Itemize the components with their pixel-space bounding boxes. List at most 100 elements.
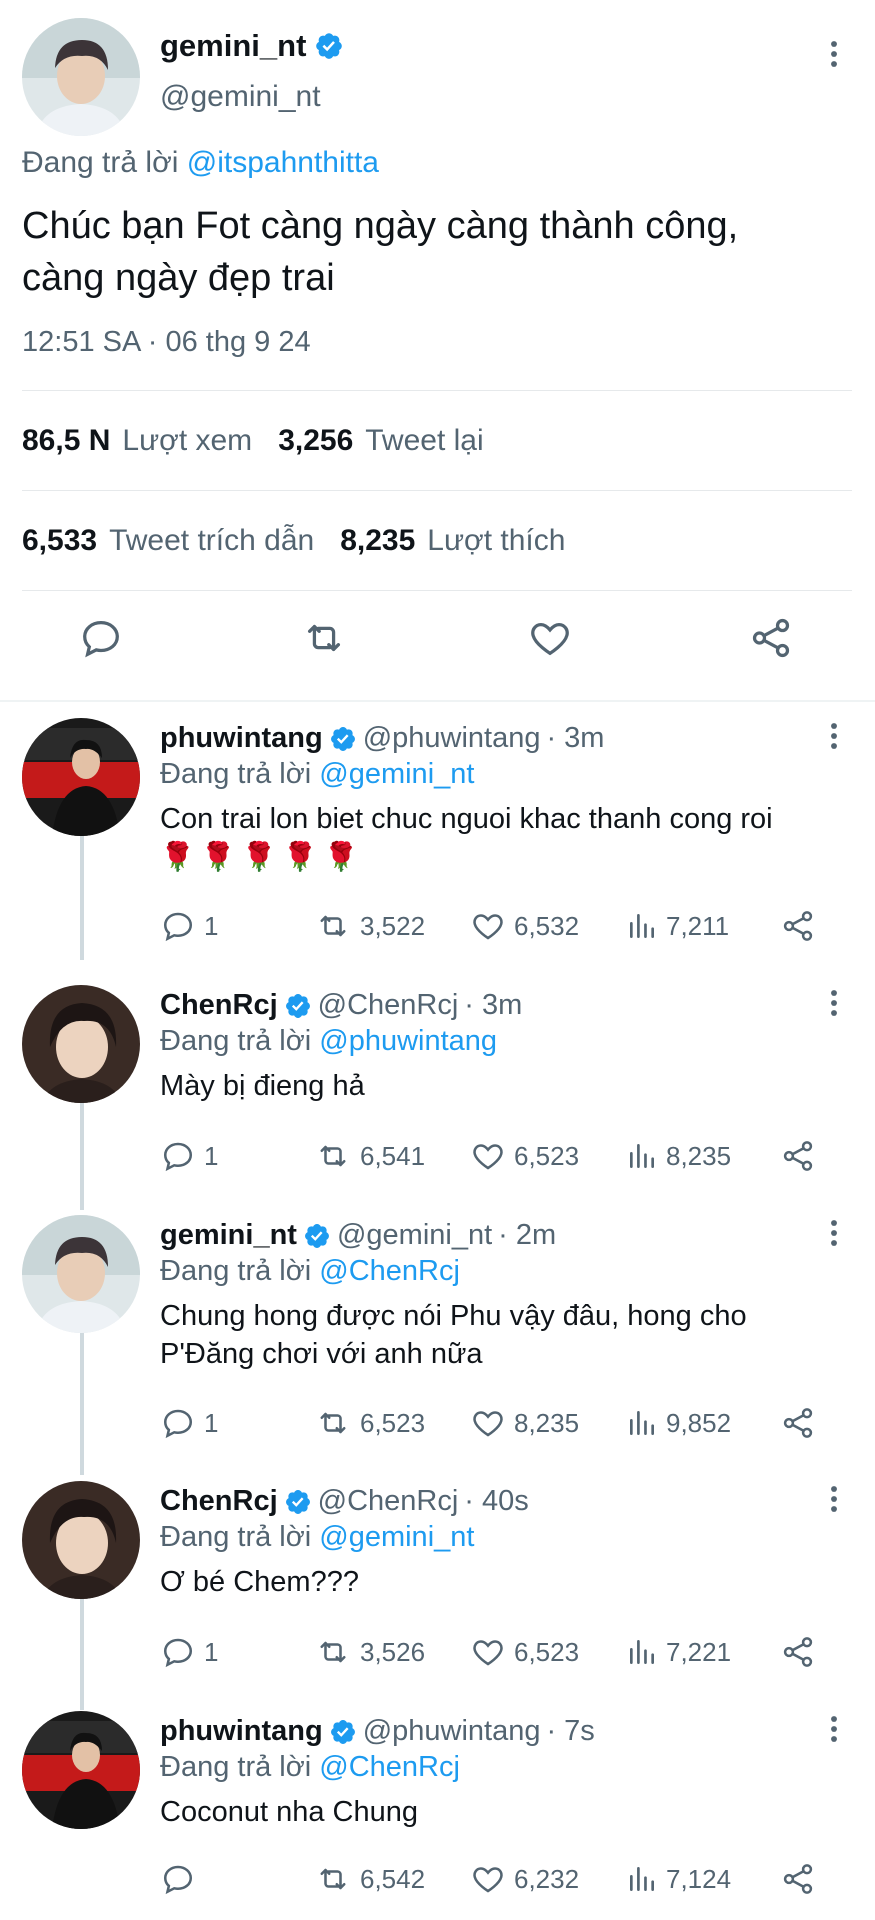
tweet-text-line: Chúc bạn Fot càng ngày càng thành công, xyxy=(22,205,739,247)
share-button[interactable] xyxy=(780,1405,816,1441)
reply-count: 1 xyxy=(204,1636,219,1667)
avatar[interactable] xyxy=(22,1215,140,1333)
replying-to: Đang trả lời @ChenRcj xyxy=(160,1255,460,1288)
avatar-photo xyxy=(22,1481,140,1599)
reply-button[interactable]: 1 xyxy=(160,908,218,944)
tweet-timestamp[interactable]: 12:51 SA · 06 thg 9 24 xyxy=(22,326,311,359)
avatar[interactable] xyxy=(22,1711,140,1829)
retweet-button[interactable]: 6,542 xyxy=(314,1861,425,1897)
author-handle[interactable]: @phuwintang xyxy=(363,722,541,755)
author-handle[interactable]: @gemini_nt xyxy=(337,1219,492,1252)
retweet-button[interactable]: 3,522 xyxy=(314,908,425,944)
replying-to-link[interactable]: @ChenRcj xyxy=(319,1751,460,1783)
verified-icon xyxy=(329,1718,357,1746)
author-name-row[interactable]: gemini_nt xyxy=(160,28,344,64)
reply-tweet[interactable]: gemini_nt @gemini_nt · 2m Đang trả lời @… xyxy=(0,1215,875,1475)
views-button[interactable]: 9,852 xyxy=(626,1405,731,1441)
like-icon xyxy=(470,908,506,944)
like-button[interactable]: 6,523 xyxy=(470,1138,579,1174)
more-options-icon[interactable] xyxy=(818,1217,850,1254)
tweet-text-line: càng ngày đẹp trai xyxy=(22,257,335,299)
retweet-button[interactable]: 3,526 xyxy=(314,1634,425,1670)
tweet-text: Chúc bạn Fot càng ngày càng thành công, … xyxy=(22,200,852,304)
quotes-count: 6,533 xyxy=(22,524,98,557)
more-options-icon[interactable] xyxy=(818,987,850,1024)
views-button[interactable]: 7,221 xyxy=(626,1634,731,1670)
retweet-button[interactable]: 6,541 xyxy=(314,1138,425,1174)
reply-count: 1 xyxy=(204,1407,219,1438)
more-options-icon[interactable] xyxy=(818,38,850,75)
replying-prefix: Đang trả lời xyxy=(160,1521,312,1553)
views-count: 7,124 xyxy=(666,1863,732,1894)
verified-icon xyxy=(329,725,357,753)
reply-time: · 40s xyxy=(464,1485,529,1517)
avatar[interactable] xyxy=(22,985,140,1103)
author-handle[interactable]: @phuwintang xyxy=(363,1715,541,1748)
more-options-icon[interactable] xyxy=(818,1713,850,1750)
retweet-button[interactable]: 6,523 xyxy=(314,1405,425,1441)
retweet-icon[interactable] xyxy=(298,615,350,666)
reply-button[interactable]: 1 xyxy=(160,1634,218,1670)
replying-to-link[interactable]: @itspahnthitta xyxy=(187,146,379,179)
avatar[interactable] xyxy=(22,18,140,136)
like-button[interactable]: 6,523 xyxy=(470,1634,579,1670)
quotes-stat[interactable]: 6,533 Tweet trích dẫn xyxy=(22,524,314,558)
author-handle[interactable]: @ChenRcj xyxy=(318,989,459,1022)
author-name[interactable]: gemini_nt xyxy=(160,1219,297,1252)
avatar[interactable] xyxy=(22,718,140,836)
reply-tweet[interactable]: phuwintang @phuwintang · 3m Đang trả lời… xyxy=(0,718,875,968)
replying-to-link[interactable]: @gemini_nt xyxy=(319,1521,474,1553)
replying-to-link[interactable]: @phuwintang xyxy=(319,1025,497,1057)
author-name[interactable]: phuwintang xyxy=(160,722,323,755)
share-button[interactable] xyxy=(780,1861,816,1897)
reply-action-bar: 1 3,522 6,532 7,211 xyxy=(160,908,830,948)
retweet-count: 6,541 xyxy=(360,1140,426,1171)
share-button[interactable] xyxy=(780,908,816,944)
share-button[interactable] xyxy=(780,1634,816,1670)
more-options-icon[interactable] xyxy=(818,720,850,757)
author-name[interactable]: phuwintang xyxy=(160,1715,323,1748)
views-button[interactable]: 7,211 xyxy=(626,908,729,944)
share-button[interactable] xyxy=(780,1138,816,1174)
avatar[interactable] xyxy=(22,1481,140,1599)
avatar-photo xyxy=(22,1711,140,1829)
stats-row: 86,5 N Lượt xem 3,256 Tweet lại xyxy=(22,424,484,458)
likes-stat[interactable]: 8,235 Lượt thích xyxy=(340,524,565,558)
reply-icon[interactable] xyxy=(78,615,124,666)
reply-button[interactable] xyxy=(160,1861,204,1897)
views-button[interactable]: 8,235 xyxy=(626,1138,731,1174)
author-name[interactable]: ChenRcj xyxy=(160,989,278,1022)
more-options-icon[interactable] xyxy=(818,1483,850,1520)
avatar-photo xyxy=(22,985,140,1103)
author-handle[interactable]: @gemini_nt xyxy=(160,80,321,114)
quotes-label: Tweet trích dẫn xyxy=(109,524,315,557)
retweet-count: 3,526 xyxy=(360,1636,426,1667)
reply-button[interactable]: 1 xyxy=(160,1405,218,1441)
reply-button[interactable]: 1 xyxy=(160,1138,218,1174)
views-stat[interactable]: 86,5 N Lượt xem xyxy=(22,424,252,458)
replying-prefix: Đang trả lời xyxy=(160,758,312,790)
replying-to-link[interactable]: @gemini_nt xyxy=(319,758,474,790)
replying-to-link[interactable]: @ChenRcj xyxy=(319,1255,460,1287)
reply-tweet[interactable]: phuwintang @phuwintang · 7s Đang trả lời… xyxy=(0,1711,875,1920)
like-icon xyxy=(470,1138,506,1174)
author-handle[interactable]: @ChenRcj xyxy=(318,1485,459,1518)
author-name[interactable]: gemini_nt xyxy=(160,28,306,64)
author-name[interactable]: ChenRcj xyxy=(160,1485,278,1518)
share-icon xyxy=(780,1861,816,1897)
replying-to: Đang trả lời @itspahnthitta xyxy=(22,146,379,180)
views-button[interactable]: 7,124 xyxy=(626,1861,731,1897)
share-icon[interactable] xyxy=(748,615,794,666)
like-button[interactable]: 6,532 xyxy=(470,908,579,944)
like-icon[interactable] xyxy=(526,615,574,666)
like-button[interactable]: 8,235 xyxy=(470,1405,579,1441)
like-button[interactable]: 6,232 xyxy=(470,1861,579,1897)
reply-tweet[interactable]: ChenRcj @ChenRcj · 3m Đang trả lời @phuw… xyxy=(0,985,875,1215)
reply-time: · 3m xyxy=(464,989,523,1021)
reply-text-line: Chung hong được nói Phu vậy đâu, hong ch… xyxy=(160,1300,747,1332)
reply-tweet[interactable]: ChenRcj @ChenRcj · 40s Đang trả lời @gem… xyxy=(0,1481,875,1711)
stats-row: 6,533 Tweet trích dẫn 8,235 Lượt thích xyxy=(22,524,565,558)
retweet-icon xyxy=(314,1861,352,1897)
replying-to: Đang trả lời @gemini_nt xyxy=(160,1521,474,1554)
retweets-stat[interactable]: 3,256 Tweet lại xyxy=(278,424,483,458)
